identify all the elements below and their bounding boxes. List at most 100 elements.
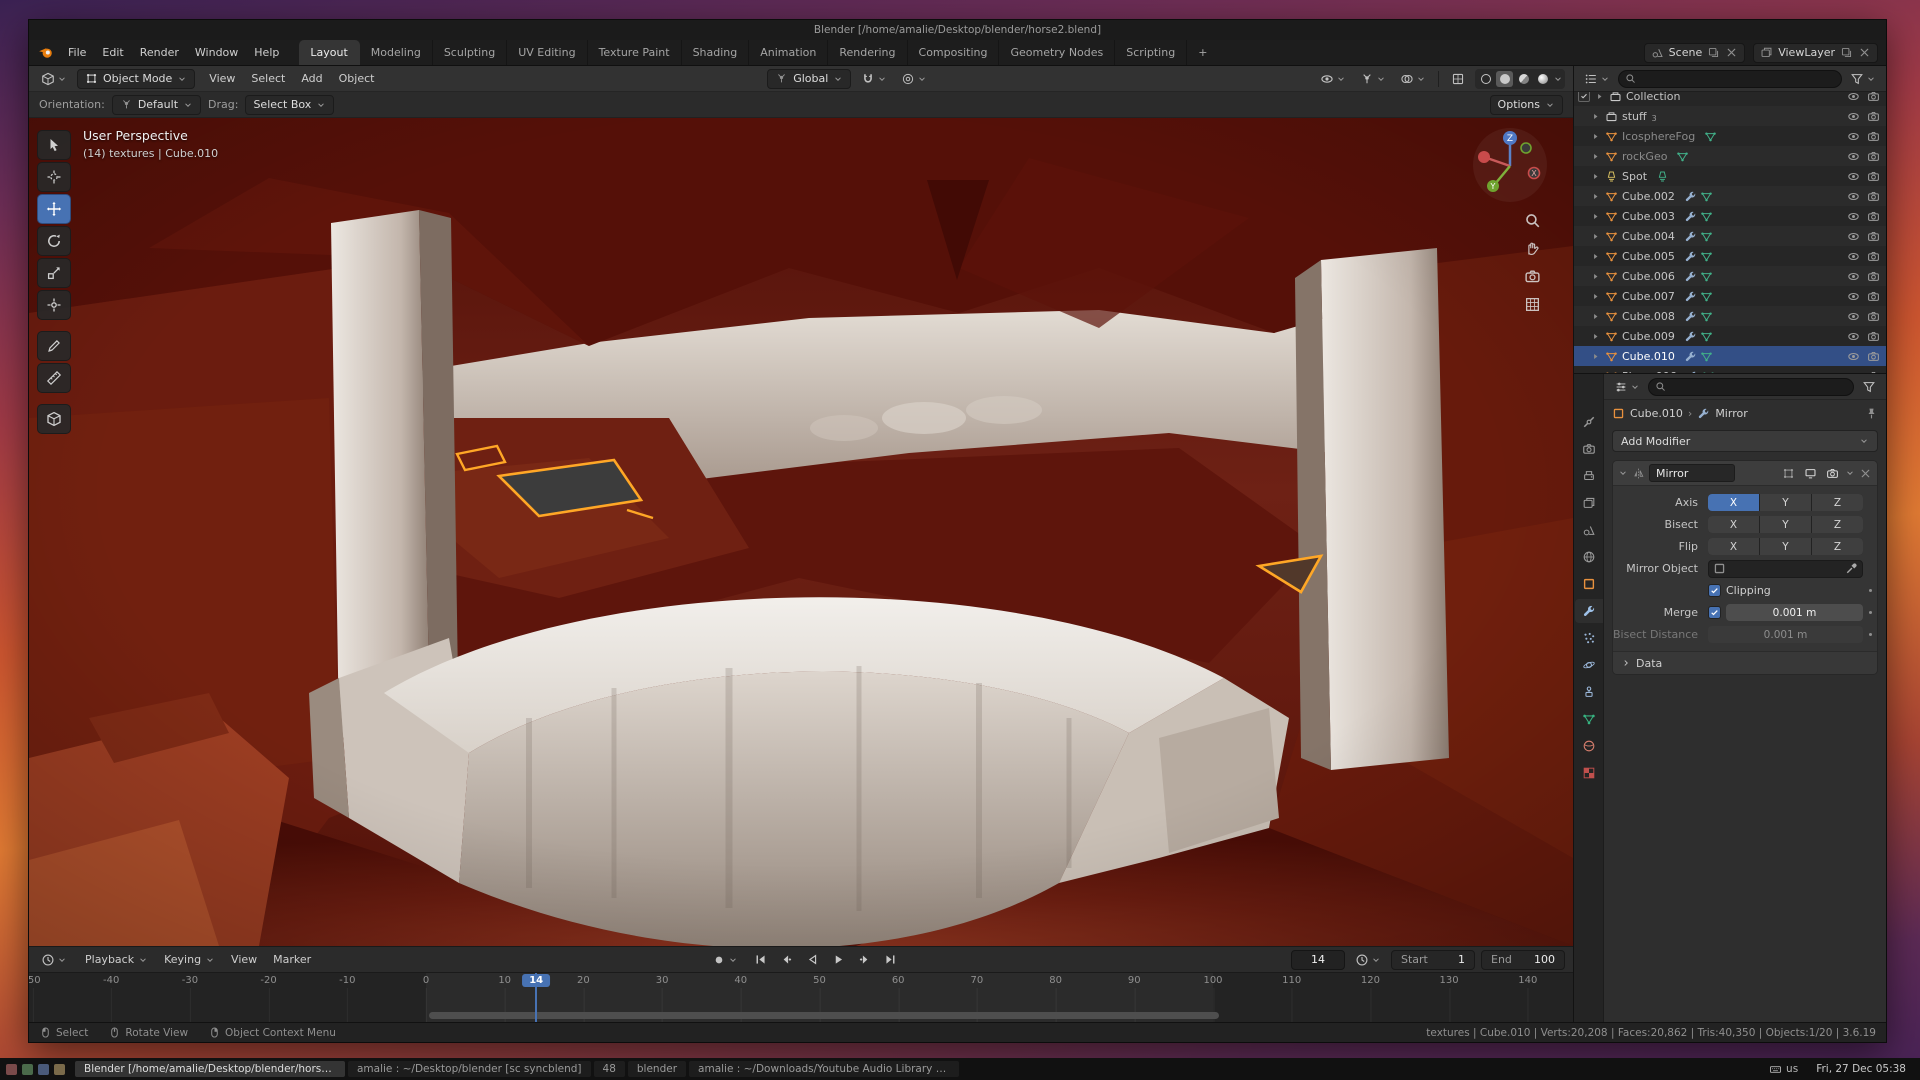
tool-select-box[interactable] bbox=[37, 130, 71, 160]
launcher-icon[interactable] bbox=[6, 1064, 17, 1075]
animate-dot-icon[interactable] bbox=[1869, 589, 1872, 592]
timeline-menu-view[interactable]: View bbox=[223, 950, 265, 970]
3d-viewport[interactable]: User Perspective (14) textures | Cube.01… bbox=[29, 118, 1573, 946]
mode-dropdown[interactable]: Object Mode bbox=[77, 69, 195, 89]
blender-logo-icon[interactable] bbox=[37, 44, 54, 61]
disable-in-render-icon[interactable] bbox=[1867, 170, 1880, 183]
keyboard-layout[interactable]: us bbox=[1763, 1063, 1804, 1076]
tool-annotate[interactable] bbox=[37, 331, 71, 361]
disclosure-icon[interactable] bbox=[1591, 212, 1601, 221]
properties-tab-object-data[interactable] bbox=[1575, 707, 1603, 731]
zoom-icon[interactable] bbox=[1524, 212, 1541, 229]
outliner-row-plane-006[interactable]: Plane.006 bbox=[1574, 366, 1886, 373]
workspace-tab-compositing[interactable]: Compositing bbox=[908, 40, 1000, 65]
disclosure-icon[interactable] bbox=[1591, 172, 1601, 181]
outliner-editor-selector[interactable] bbox=[1580, 69, 1614, 89]
disable-in-render-icon[interactable] bbox=[1867, 270, 1880, 283]
outliner-row-cube-004[interactable]: Cube.004 bbox=[1574, 226, 1886, 246]
workspace-tab-layout[interactable]: Layout bbox=[299, 40, 359, 65]
disable-in-render-icon[interactable] bbox=[1867, 190, 1880, 203]
disclosure-icon[interactable] bbox=[1591, 332, 1601, 341]
editor-type-selector[interactable] bbox=[37, 69, 71, 89]
menu-view[interactable]: View bbox=[201, 69, 243, 89]
outliner-row-cube-009[interactable]: Cube.009 bbox=[1574, 326, 1886, 346]
taskbar-window-blender[interactable]: blender bbox=[628, 1061, 686, 1077]
frame-start-field[interactable]: Start 1 bbox=[1391, 950, 1475, 970]
bisect-y-button[interactable]: Y bbox=[1760, 516, 1811, 533]
tool-rotate[interactable] bbox=[37, 226, 71, 256]
duplicate-scene-icon[interactable] bbox=[1707, 46, 1720, 59]
outliner-row-cube-006[interactable]: Cube.006 bbox=[1574, 266, 1886, 286]
menu-edit[interactable]: Edit bbox=[94, 43, 131, 63]
disable-in-render-icon[interactable] bbox=[1867, 290, 1880, 303]
outliner-row-rockgeo[interactable]: rockGeo bbox=[1574, 146, 1886, 166]
outliner-row-stuff[interactable]: stuff3 bbox=[1574, 106, 1886, 126]
disclosure-icon[interactable] bbox=[1591, 232, 1601, 241]
menu-help[interactable]: Help bbox=[246, 43, 287, 63]
launcher-icon[interactable] bbox=[22, 1064, 33, 1075]
taskbar-clock[interactable]: Fri, 27 Dec 05:38 bbox=[1808, 1063, 1914, 1075]
disable-in-render-icon[interactable] bbox=[1867, 250, 1880, 263]
outliner-row-icospherefog[interactable]: IcosphereFog bbox=[1574, 126, 1886, 146]
disable-in-render-icon[interactable] bbox=[1867, 230, 1880, 243]
taskbar-window-48[interactable]: 48 bbox=[594, 1061, 625, 1077]
disclosure-icon[interactable] bbox=[1591, 252, 1601, 261]
properties-tab-scene[interactable] bbox=[1575, 518, 1603, 542]
axis-y-button[interactable]: Y bbox=[1760, 494, 1811, 511]
shading-material-button[interactable] bbox=[1515, 71, 1532, 87]
properties-editor-selector[interactable] bbox=[1610, 377, 1644, 397]
jump-to-start-button[interactable] bbox=[748, 950, 772, 970]
drag-setting-dropdown[interactable]: Select Box bbox=[245, 95, 334, 115]
hide-in-viewport-icon[interactable] bbox=[1847, 350, 1860, 363]
disable-in-render-icon[interactable] bbox=[1867, 350, 1880, 363]
outliner-row-cube-008[interactable]: Cube.008 bbox=[1574, 306, 1886, 326]
outliner-row-cube-002[interactable]: Cube.002 bbox=[1574, 186, 1886, 206]
animate-dot-icon[interactable] bbox=[1869, 611, 1872, 614]
tool-transform[interactable] bbox=[37, 290, 71, 320]
outliner-filter-button[interactable] bbox=[1846, 69, 1880, 89]
bisect-z-button[interactable]: Z bbox=[1812, 516, 1863, 533]
gizmos-dropdown[interactable] bbox=[1356, 69, 1390, 89]
disable-in-render-icon[interactable] bbox=[1867, 130, 1880, 143]
disable-in-render-icon[interactable] bbox=[1867, 92, 1880, 103]
collapse-panel-icon[interactable] bbox=[1618, 468, 1628, 478]
playhead[interactable]: 14 bbox=[535, 973, 537, 1022]
add-workspace-button[interactable]: + bbox=[1189, 46, 1216, 59]
outliner-row-collection[interactable]: Collection bbox=[1574, 92, 1886, 106]
shading-rendered-button[interactable] bbox=[1534, 71, 1551, 87]
flip-z-button[interactable]: Z bbox=[1812, 538, 1863, 555]
jump-to-end-button[interactable] bbox=[878, 950, 902, 970]
workspace-tab-texture-paint[interactable]: Texture Paint bbox=[588, 40, 682, 65]
overlays-dropdown[interactable] bbox=[1396, 69, 1430, 89]
bisect-x-button[interactable]: X bbox=[1708, 516, 1759, 533]
outliner-row-cube-005[interactable]: Cube.005 bbox=[1574, 246, 1886, 266]
properties-tab-modifiers[interactable] bbox=[1575, 599, 1603, 623]
animate-dot-icon[interactable] bbox=[1869, 633, 1872, 636]
modifier-name-field[interactable]: Mirror bbox=[1649, 464, 1735, 482]
delete-viewlayer-icon[interactable] bbox=[1858, 46, 1871, 59]
disable-in-render-icon[interactable] bbox=[1867, 370, 1880, 374]
disable-in-render-icon[interactable] bbox=[1867, 310, 1880, 323]
disclosure-icon[interactable] bbox=[1595, 92, 1605, 101]
outliner-row-cube-010[interactable]: Cube.010 bbox=[1574, 346, 1886, 366]
hide-in-viewport-icon[interactable] bbox=[1847, 310, 1860, 323]
properties-tab-texture[interactable] bbox=[1575, 761, 1603, 785]
timeline-scrollbar[interactable] bbox=[429, 1012, 1219, 1019]
edit-mode-toggle[interactable] bbox=[1779, 464, 1797, 482]
axis-z-button[interactable]: Z bbox=[1812, 494, 1863, 511]
workspace-tab-rendering[interactable]: Rendering bbox=[828, 40, 907, 65]
data-subpanel-header[interactable]: Data bbox=[1613, 651, 1877, 674]
shading-solid-button[interactable] bbox=[1496, 71, 1513, 87]
play-reverse-button[interactable] bbox=[800, 950, 824, 970]
outliner-row-cube-003[interactable]: Cube.003 bbox=[1574, 206, 1886, 226]
camera-view-icon[interactable] bbox=[1524, 268, 1541, 285]
duplicate-viewlayer-icon[interactable] bbox=[1840, 46, 1853, 59]
timeline-menu-marker[interactable]: Marker bbox=[265, 950, 319, 970]
hide-in-viewport-icon[interactable] bbox=[1847, 370, 1860, 374]
disclosure-icon[interactable] bbox=[1591, 372, 1601, 374]
launcher-icon[interactable] bbox=[38, 1064, 49, 1075]
eyedropper-icon[interactable] bbox=[1845, 562, 1858, 575]
current-frame-field[interactable]: 14 bbox=[1291, 950, 1345, 970]
taskbar-window-amalie-desktop-blender-sc-sync[interactable]: amalie : ~/Desktop/blender [sc syncblend… bbox=[348, 1061, 591, 1077]
disable-in-render-icon[interactable] bbox=[1867, 210, 1880, 223]
